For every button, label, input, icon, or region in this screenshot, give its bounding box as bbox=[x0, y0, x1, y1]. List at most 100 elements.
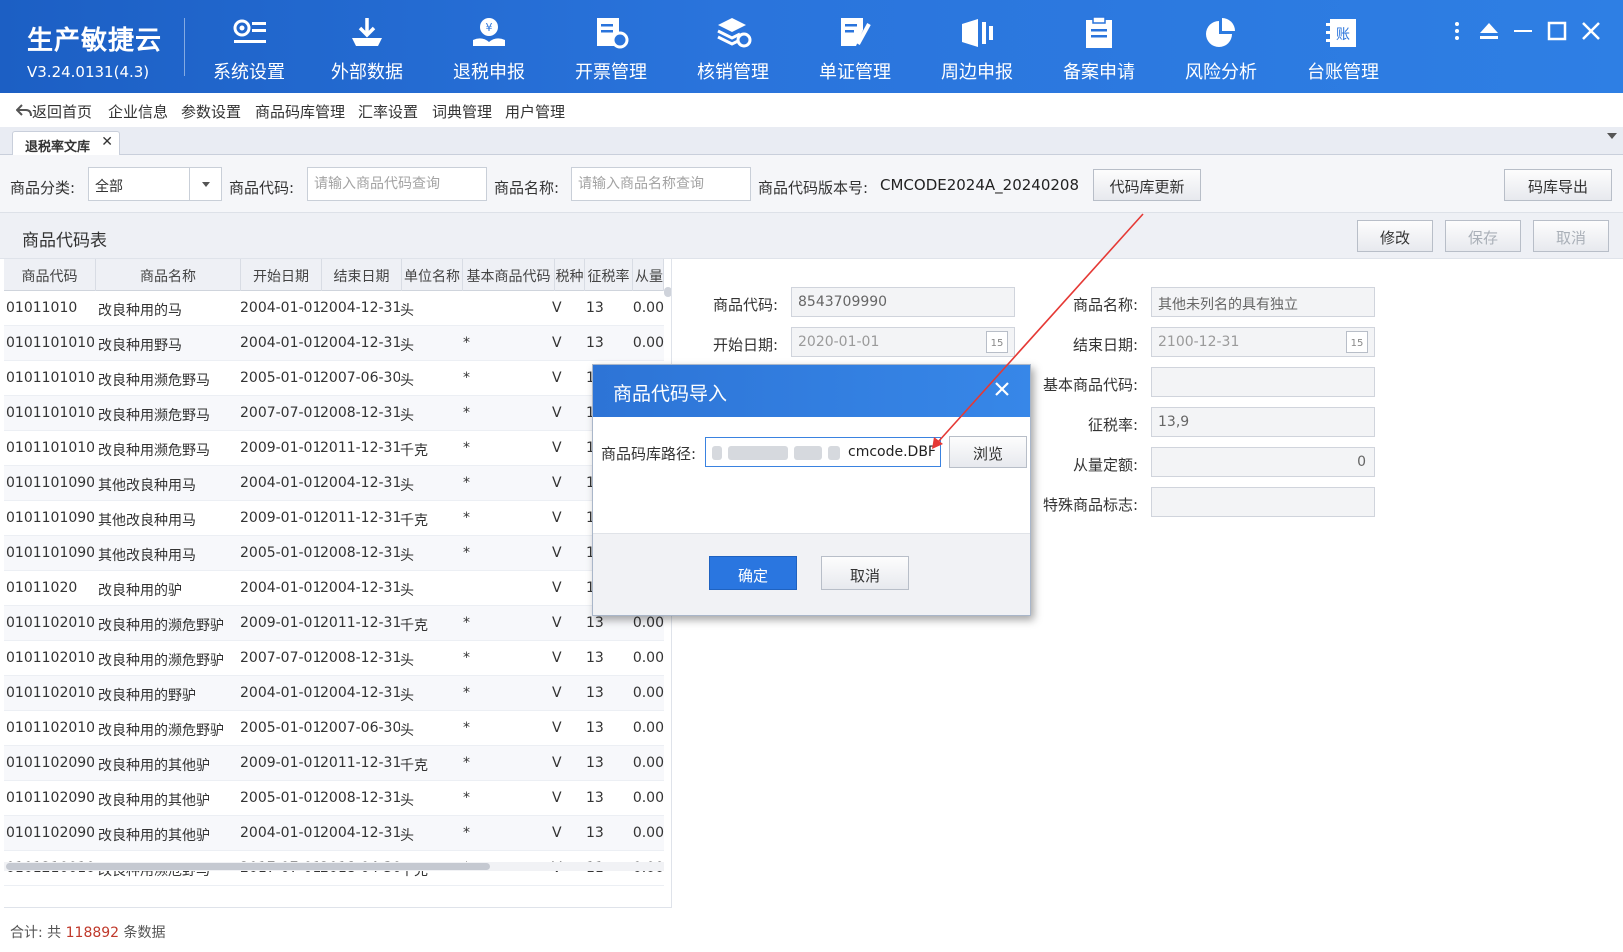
detail-start-field[interactable]: 2020-01-01 15 bbox=[791, 327, 1015, 357]
table-row[interactable]: 0101102010 改良种用的野驴 2004-01-01 2004-12-31 头 * V… bbox=[4, 676, 664, 711]
more-menu-button[interactable] bbox=[1452, 18, 1462, 44]
detail-name-field[interactable]: 其他未列名的具有独立 bbox=[1151, 287, 1375, 317]
table-cell: 2008-12-31 bbox=[320, 405, 400, 421]
path-input[interactable]: cmcode.DBF bbox=[705, 437, 941, 467]
table-row[interactable]: 0101102090 改良种用的其他驴 2005-01-01 2008-12-31 头 *… bbox=[4, 781, 664, 816]
column-header[interactable]: 开始日期 bbox=[241, 259, 322, 291]
back-home-link[interactable]: 返回首页 bbox=[15, 101, 92, 122]
table-cell: * bbox=[463, 440, 470, 456]
column-header[interactable]: 基本商品代码 bbox=[463, 259, 555, 291]
column-header[interactable]: 商品代码 bbox=[4, 259, 96, 291]
tab-list-dropdown-icon[interactable] bbox=[1607, 133, 1617, 139]
tab-close-icon[interactable]: ✕ bbox=[101, 134, 113, 150]
settings-icon bbox=[233, 19, 266, 43]
nav-verification[interactable]: 核销管理 bbox=[670, 0, 796, 93]
nav-external-data[interactable]: 外部数据 bbox=[304, 0, 430, 93]
update-library-button[interactable]: 代码库更新 bbox=[1093, 169, 1201, 201]
table-row[interactable]: 0101101010 改良种用濒危野马 2007-07-01 2008-12-31 头 *… bbox=[4, 396, 664, 431]
cancel-edit-button[interactable]: 取消 bbox=[1533, 220, 1609, 252]
table-row[interactable]: 0101101010 改良种用濒危野马 2005-01-01 2007-06-30 头 *… bbox=[4, 361, 664, 396]
column-header[interactable]: 单位名称 bbox=[402, 259, 463, 291]
horizontal-scrollbar[interactable] bbox=[6, 863, 490, 870]
confirm-button[interactable]: 确定 bbox=[709, 556, 797, 590]
detail-basic-code-field[interactable] bbox=[1151, 367, 1375, 397]
nav-invoice[interactable]: 开票管理 bbox=[548, 0, 674, 93]
code-search-input[interactable] bbox=[307, 167, 487, 201]
name-search-input[interactable] bbox=[571, 167, 751, 201]
detail-end-label: 结束日期: bbox=[1072, 336, 1138, 354]
nav-ledger[interactable]: 账 台账管理 bbox=[1280, 0, 1406, 93]
table-cell: V bbox=[552, 440, 562, 456]
version-value: CMCODE2024A_20240208 bbox=[880, 176, 1080, 194]
close-window-button[interactable] bbox=[1578, 18, 1604, 44]
detail-rate-field[interactable]: 13,9 bbox=[1151, 407, 1375, 437]
category-label: 商品分类: bbox=[10, 179, 76, 197]
svg-text:账: 账 bbox=[1336, 27, 1350, 43]
table-row[interactable]: 0101102010 改良种用的濒危野驴 2007-07-01 2008-12-31 头… bbox=[4, 641, 664, 676]
table-cell: V bbox=[552, 755, 562, 771]
subnav-company-info[interactable]: 企业信息 bbox=[108, 101, 168, 122]
table-cell: * bbox=[463, 685, 470, 701]
subnav-exchange-rate[interactable]: 汇率设置 bbox=[358, 101, 418, 122]
table-row[interactable]: 01011010 改良种用的马 2004-01-01 2004-12-31 头 V 13 0.… bbox=[4, 291, 664, 326]
table-cell: V bbox=[552, 685, 562, 701]
dialog-footer: 确定 取消 bbox=[593, 533, 1030, 615]
detail-code-field[interactable]: 8543709990 bbox=[791, 287, 1015, 317]
table-row[interactable]: 0101101010 改良种用濒危野马 2009-01-01 2011-12-31 千克… bbox=[4, 431, 664, 466]
vertical-scrollbar[interactable] bbox=[664, 287, 671, 297]
nav-label: 台账管理 bbox=[1307, 62, 1379, 83]
table-cell: 2004-01-01 bbox=[240, 825, 320, 841]
calendar-icon[interactable]: 15 bbox=[986, 331, 1008, 353]
nav-documents[interactable]: 单证管理 bbox=[792, 0, 918, 93]
table-row[interactable]: 0101102090 改良种用的其他驴 2009-01-01 2011-12-31 千克… bbox=[4, 746, 664, 781]
nav-peripheral-report[interactable]: 周边申报 bbox=[914, 0, 1040, 93]
table-cell: 2004-01-01 bbox=[240, 685, 320, 701]
dialog-cancel-button[interactable]: 取消 bbox=[821, 556, 909, 590]
table-row[interactable]: 0101101010 改良种用野马 2004-01-01 2004-12-31 头 * V 1… bbox=[4, 326, 664, 361]
maximize-button[interactable] bbox=[1544, 18, 1570, 44]
table-row[interactable]: 0101102090 改良种用的其他驴 2004-01-01 2004-12-31 头 *… bbox=[4, 816, 664, 851]
eject-button[interactable] bbox=[1476, 18, 1502, 44]
table-row[interactable]: 0101102010 改良种用的濒危野驴 2009-01-01 2011-12-31 千… bbox=[4, 606, 664, 641]
nav-tax-refund[interactable]: ¥ 退税申报 bbox=[426, 0, 552, 93]
table-cell: V bbox=[552, 300, 562, 316]
minimize-button[interactable] bbox=[1510, 18, 1536, 44]
subnav-users[interactable]: 用户管理 bbox=[505, 101, 565, 122]
column-header[interactable]: 征税率 bbox=[585, 259, 633, 291]
table-cell: 头 bbox=[400, 828, 414, 844]
detail-end-field[interactable]: 2100-12-31 15 bbox=[1151, 327, 1375, 357]
table-row[interactable]: 0101102010 改良种用的濒危野驴 2005-01-01 2007-06-30 头… bbox=[4, 711, 664, 746]
table-footer: 合计: 共 118892 条数据 bbox=[4, 907, 672, 952]
column-header[interactable]: 结束日期 bbox=[322, 259, 402, 291]
nav-system-settings[interactable]: 系统设置 bbox=[186, 0, 312, 93]
column-header[interactable]: 商品名称 bbox=[96, 259, 241, 291]
table-row[interactable]: 0101101090 其他改良种用马 2009-01-01 2011-12-31 千克 *… bbox=[4, 501, 664, 536]
table-row[interactable]: 01011020 改良种用的驴 2004-01-01 2004-12-31 头 V 1 bbox=[4, 571, 664, 606]
edit-button[interactable]: 修改 bbox=[1357, 220, 1433, 252]
tab-tax-rate-library[interactable]: 退税率文库 ✕ bbox=[12, 131, 120, 155]
table-cell: 头 bbox=[400, 408, 414, 424]
subnav-dictionary[interactable]: 词典管理 bbox=[432, 101, 492, 122]
table-row[interactable]: 0101101090 其他改良种用马 2005-01-01 2008-12-31 头 * V… bbox=[4, 536, 664, 571]
table-cell: 2009-01-01 bbox=[240, 510, 320, 526]
table-cell: V bbox=[552, 510, 562, 526]
subnav-parameters[interactable]: 参数设置 bbox=[181, 101, 241, 122]
chevron-down-icon[interactable] bbox=[189, 168, 221, 200]
calendar-icon[interactable]: 15 bbox=[1346, 331, 1368, 353]
table-cell: * bbox=[463, 790, 470, 806]
browse-button[interactable]: 浏览 bbox=[949, 436, 1027, 468]
column-header[interactable]: 从量 bbox=[633, 259, 664, 291]
detail-quantity-field[interactable]: 0 bbox=[1151, 447, 1375, 477]
column-header[interactable]: 税种 bbox=[555, 259, 585, 291]
table-row[interactable]: 0101101090 其他改良种用马 2004-01-01 2004-12-31 头 * V… bbox=[4, 466, 664, 501]
record-count-prefix: 合计: 共 bbox=[10, 925, 66, 941]
dialog-close-button[interactable] bbox=[992, 379, 1012, 399]
nav-risk-analysis[interactable]: 风险分析 bbox=[1158, 0, 1284, 93]
save-button[interactable]: 保存 bbox=[1445, 220, 1521, 252]
nav-filing[interactable]: 备案申请 bbox=[1036, 0, 1162, 93]
category-select[interactable]: 全部 bbox=[88, 167, 222, 201]
subnav-code-library[interactable]: 商品码库管理 bbox=[255, 101, 345, 122]
detail-special-field[interactable] bbox=[1151, 487, 1375, 517]
maximize-icon bbox=[1547, 21, 1567, 41]
export-library-button[interactable]: 码库导出 bbox=[1504, 169, 1612, 201]
